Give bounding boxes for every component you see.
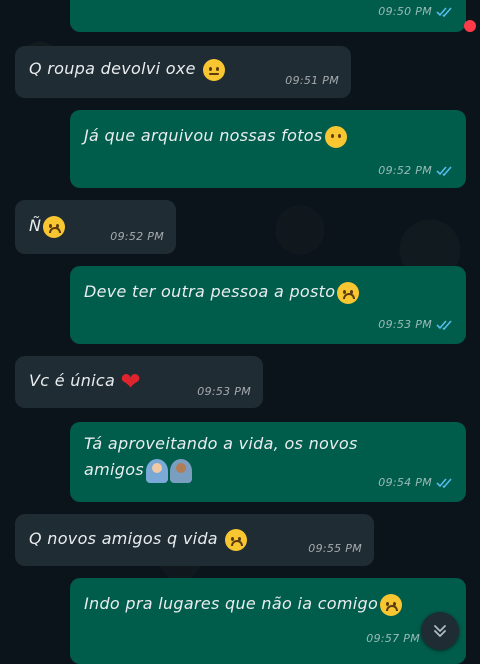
message-bubble-outgoing[interactable]: Indo pra lugares que não ia comigo 09:57… bbox=[70, 578, 466, 664]
person-gesturing-ok-icon bbox=[145, 458, 168, 483]
message-time: 09:53 PM bbox=[378, 318, 432, 331]
message-time: 09:54 PM bbox=[378, 476, 432, 489]
message-text: Já que arquivou nossas fotos bbox=[84, 126, 323, 145]
face-without-mouth-icon bbox=[324, 125, 347, 148]
scroll-to-bottom-button[interactable] bbox=[421, 612, 459, 650]
message-time: 09:51 PM bbox=[285, 74, 339, 87]
chat-area[interactable]: 09:50 PM Q roupa devolvi oxe 09:51 PM Já… bbox=[0, 0, 480, 664]
message-text: Deve ter outra pessoa a posto bbox=[84, 282, 336, 301]
read-ticks-icon bbox=[436, 320, 452, 330]
message-bubble-incoming[interactable]: Q novos amigos q vida 09:55 PM bbox=[15, 514, 374, 566]
read-ticks-icon bbox=[436, 7, 452, 17]
message-content: Já que arquivou nossas fotos bbox=[84, 123, 347, 149]
message-text: Ñ bbox=[29, 216, 42, 235]
message-content: Q roupa devolvi oxe bbox=[29, 56, 226, 82]
message-text: Q roupa devolvi oxe bbox=[29, 59, 196, 78]
message-meta: 09:53 PM bbox=[378, 318, 454, 331]
message-text: Q novos amigos q vida bbox=[29, 529, 218, 548]
message-time: 09:57 PM bbox=[366, 632, 420, 645]
message-content: Ñ bbox=[29, 213, 66, 239]
message-time: 09:50 PM bbox=[378, 5, 432, 18]
pensive-face-icon bbox=[337, 281, 360, 304]
message-meta: 09:53 PM bbox=[197, 385, 251, 398]
message-text: Vc é única bbox=[29, 371, 116, 390]
person-gesturing-no-icon bbox=[169, 458, 192, 483]
pensive-face-icon bbox=[380, 593, 403, 616]
read-ticks-icon bbox=[436, 166, 452, 176]
message-bubble-incoming[interactable]: Q roupa devolvi oxe 09:51 PM bbox=[15, 46, 351, 98]
message-meta: 09:55 PM bbox=[308, 542, 362, 555]
message-time: 09:52 PM bbox=[378, 164, 432, 177]
chevron-double-down-icon bbox=[434, 625, 446, 637]
message-time: 09:52 PM bbox=[110, 230, 164, 243]
message-content: Deve ter outra pessoa a posto bbox=[84, 279, 360, 305]
red-heart-icon: ❤ bbox=[120, 367, 141, 396]
message-content: Vc é única ❤ bbox=[29, 368, 141, 394]
message-text-line1: Tá aproveitando a vida, os novos bbox=[84, 434, 358, 453]
message-time: 09:53 PM bbox=[197, 385, 251, 398]
frowning-face-icon bbox=[225, 528, 248, 551]
message-text: Indo pra lugares que não ia comigo bbox=[84, 594, 379, 613]
message-bubble-outgoing[interactable]: 09:50 PM bbox=[70, 0, 466, 32]
message-content: Indo pra lugares que não ia comigo bbox=[84, 591, 403, 617]
message-bubble-outgoing[interactable]: Tá aproveitando a vida, os novos amigos … bbox=[70, 422, 466, 502]
message-bubble-incoming[interactable]: Ñ 09:52 PM bbox=[15, 200, 176, 254]
message-bubble-outgoing[interactable]: Já que arquivou nossas fotos 09:52 PM bbox=[70, 110, 466, 188]
message-content: Q novos amigos q vida bbox=[29, 526, 248, 552]
message-bubble-incoming[interactable]: Vc é única ❤ 09:53 PM bbox=[15, 356, 263, 408]
message-meta: 09:52 PM bbox=[378, 164, 454, 177]
message-meta: 09:52 PM bbox=[110, 230, 164, 243]
message-meta: 09:54 PM bbox=[378, 476, 454, 489]
message-text-line2: amigos bbox=[84, 460, 144, 479]
message-content: Tá aproveitando a vida, os novos amigos bbox=[84, 431, 358, 483]
thinking-face-icon bbox=[203, 58, 226, 81]
disappointed-face-icon bbox=[43, 215, 66, 238]
message-meta: 09:57 PM bbox=[366, 632, 420, 645]
read-ticks-icon bbox=[436, 478, 452, 488]
message-bubble-outgoing[interactable]: Deve ter outra pessoa a posto 09:53 PM bbox=[70, 266, 466, 344]
message-meta: 09:50 PM bbox=[378, 5, 454, 18]
notification-dot bbox=[464, 20, 476, 32]
message-time: 09:55 PM bbox=[308, 542, 362, 555]
message-meta: 09:51 PM bbox=[285, 74, 339, 87]
